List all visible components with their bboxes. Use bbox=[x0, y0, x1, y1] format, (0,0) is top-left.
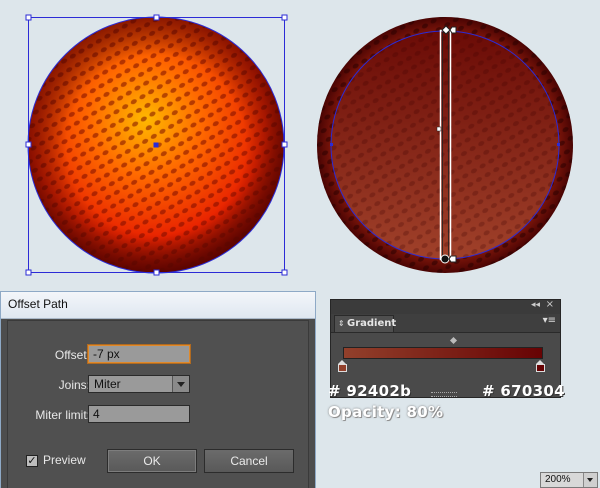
joins-select[interactable]: Miter bbox=[88, 375, 190, 393]
gradient-slider-bar[interactable] bbox=[343, 347, 543, 359]
cancel-button[interactable]: Cancel bbox=[204, 449, 294, 473]
gradient-stop-end[interactable] bbox=[536, 360, 545, 372]
stop-color-swatch bbox=[338, 364, 347, 372]
preview-label[interactable]: Preview bbox=[43, 453, 86, 467]
panel-resize-grip[interactable] bbox=[431, 392, 457, 397]
chevron-down-icon[interactable] bbox=[172, 376, 189, 392]
dialog-titlebar[interactable]: Offset Path bbox=[1, 292, 315, 319]
joins-selected-value: Miter bbox=[94, 377, 121, 391]
zoom-select[interactable]: 200% bbox=[540, 472, 598, 488]
zoom-value: 200% bbox=[545, 474, 571, 485]
tab-gradient-label: Gradient bbox=[347, 318, 397, 329]
panel-tab-row: ⇕ Gradient ▾≡ bbox=[331, 314, 560, 333]
dialog-body: Offset: -7 px Joins: Miter Miter limit: … bbox=[7, 320, 309, 488]
tab-gradient[interactable]: ⇕ Gradient bbox=[334, 315, 397, 332]
opacity-label: Opacity: 80% bbox=[328, 403, 444, 421]
collapse-icon[interactable]: ◂◂ bbox=[531, 300, 540, 310]
miter-limit-label: Miter limit: bbox=[35, 408, 90, 422]
offset-label: Offset: bbox=[54, 348, 90, 362]
close-icon[interactable]: × bbox=[546, 299, 554, 310]
expand-arrows-icon: ⇕ bbox=[338, 319, 345, 328]
gradient-stop-start[interactable] bbox=[338, 360, 347, 372]
dialog-title: Offset Path bbox=[8, 297, 68, 311]
gradient-midpoint-diamond[interactable] bbox=[449, 336, 458, 345]
offset-input[interactable]: -7 px bbox=[88, 345, 190, 363]
joins-label: Joins: bbox=[58, 378, 90, 392]
panel-menu-icon[interactable]: ▾≡ bbox=[543, 315, 556, 326]
start-color-hex-label: # 92402b bbox=[328, 382, 412, 400]
ok-button[interactable]: OK bbox=[107, 449, 197, 473]
offset-path-dialog[interactable]: Offset Path Offset: -7 px Joins: Miter M… bbox=[0, 291, 316, 488]
stop-color-swatch bbox=[536, 364, 545, 372]
end-color-hex-label: # 670304 bbox=[482, 382, 565, 400]
red-ball-artwork[interactable] bbox=[317, 17, 573, 273]
preview-checkbox[interactable]: ✓ bbox=[26, 455, 38, 467]
chevron-down-icon[interactable] bbox=[583, 473, 597, 487]
miter-limit-input[interactable]: 4 bbox=[88, 405, 190, 423]
panel-header-strip[interactable]: ◂◂ × bbox=[331, 299, 560, 315]
artboard[interactable] bbox=[0, 0, 600, 290]
